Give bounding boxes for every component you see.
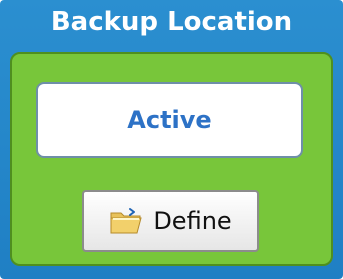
status-box: Active [36, 82, 303, 158]
backup-location-panel: Backup Location Active Define [0, 0, 343, 279]
folder-open-icon [110, 208, 142, 234]
define-button-label: Define [153, 207, 232, 235]
panel-title: Backup Location [50, 7, 293, 37]
backup-location-card: Active Define [10, 52, 333, 266]
define-button[interactable]: Define [82, 190, 259, 252]
status-text: Active [127, 106, 212, 134]
